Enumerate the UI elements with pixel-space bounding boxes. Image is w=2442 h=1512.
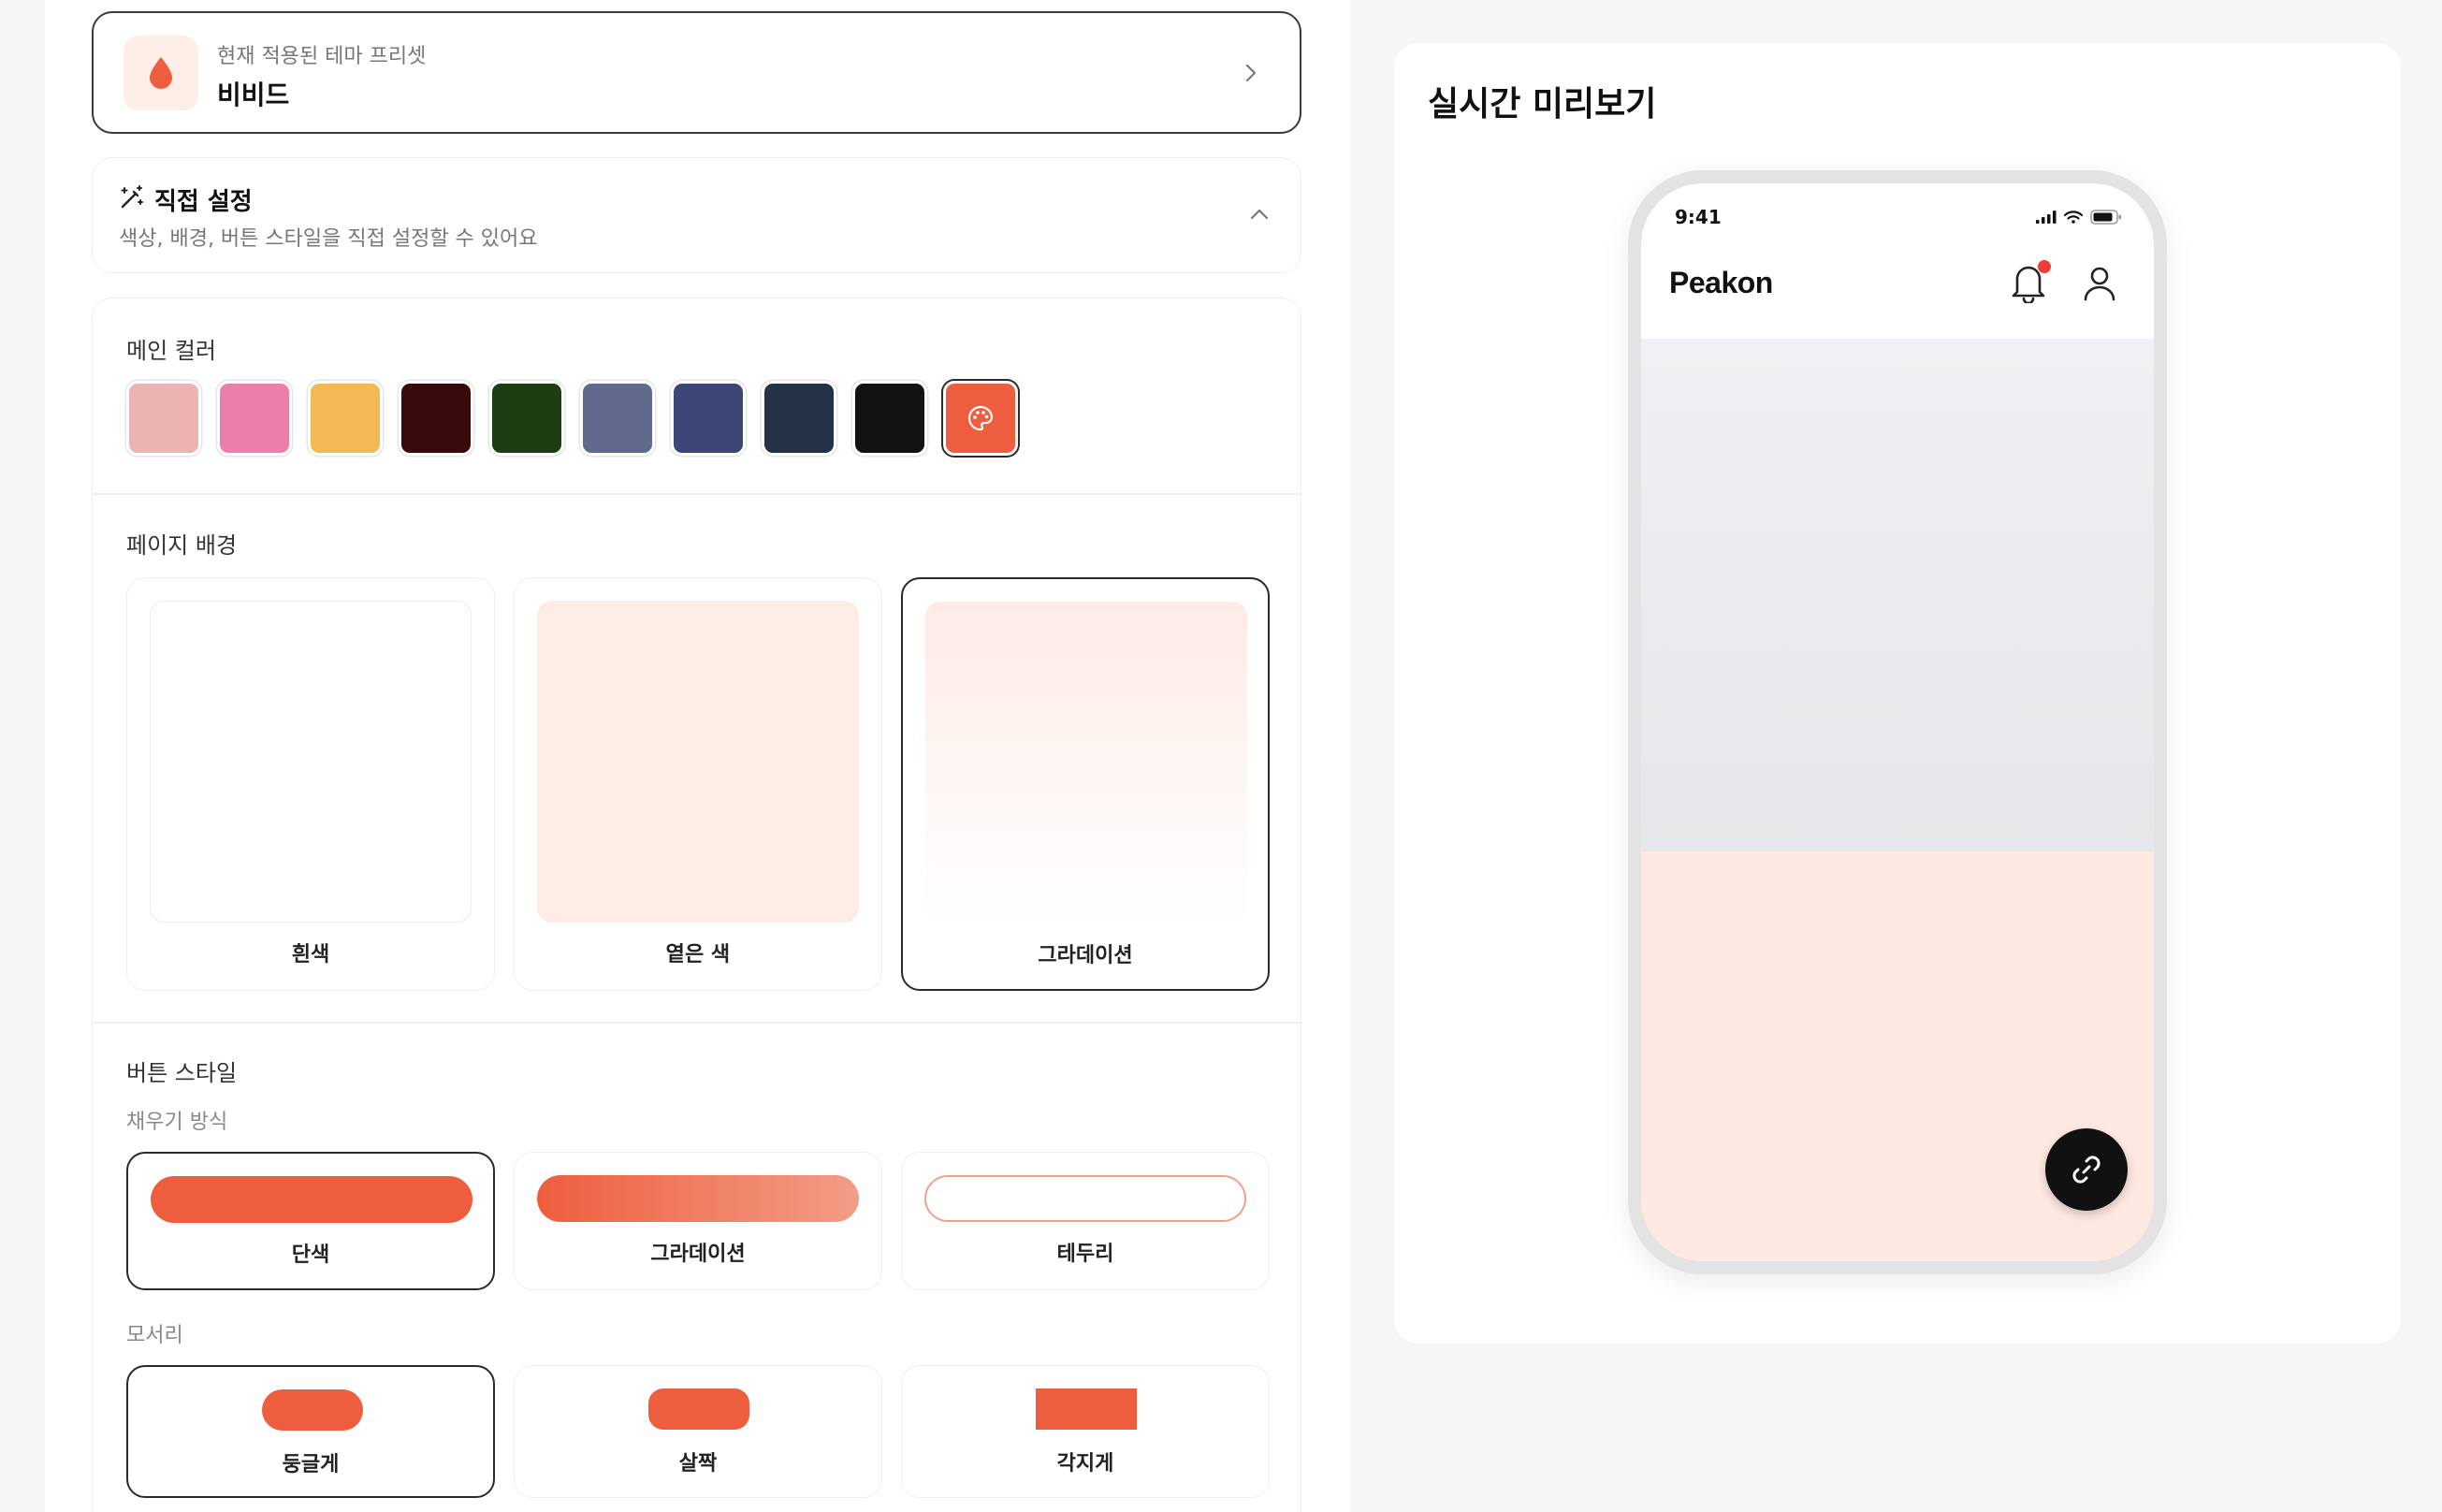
phone-screen: 9:41 Peakon <box>1641 183 2154 1261</box>
app-logo: Peakon <box>1669 266 1773 299</box>
corner-preview-square <box>1036 1388 1137 1430</box>
preset-icon-box <box>124 36 198 110</box>
user-icon[interactable] <box>2081 264 2118 303</box>
phone-mockup: 9:41 Peakon <box>1628 170 2167 1274</box>
settings-panel: 현재 적용된 테마 프리셋 비비드 직접 설정 색상, 배경, 버튼 스타일을 … <box>45 0 1350 1512</box>
button-style-label: 버튼 스타일 <box>126 1060 238 1086</box>
corner-option-list: 둥글게 살짝 각지게 <box>126 1365 1270 1498</box>
divider <box>93 1022 1301 1024</box>
corner-preview-round <box>262 1389 363 1431</box>
background-preview-gradient <box>925 602 1247 923</box>
custom-settings-header[interactable]: 직접 설정 색상, 배경, 버튼 스타일을 직접 설정할 수 있어요 <box>92 157 1301 273</box>
app-header: Peakon <box>1641 245 2154 339</box>
fill-option-gradient[interactable]: 그라데이션 <box>514 1152 882 1290</box>
chevron-right-icon <box>1245 64 1257 82</box>
background-preview-light <box>537 601 859 923</box>
page-background-label: 페이지 배경 <box>126 532 238 559</box>
fill-method-label: 채우기 방식 <box>126 1111 228 1134</box>
notification-dot <box>2038 260 2051 273</box>
preset-name: 비비드 <box>217 80 290 110</box>
color-swatch[interactable] <box>399 381 473 456</box>
fill-option-list: 단색 그라데이션 테두리 <box>126 1152 1270 1290</box>
fill-option-outline[interactable]: 테두리 <box>901 1152 1270 1290</box>
corner-option-square[interactable]: 각지게 <box>901 1365 1270 1498</box>
link-icon <box>2072 1156 2100 1184</box>
background-option-light[interactable]: 옅은 색 <box>514 577 882 991</box>
custom-settings-title: 직접 설정 <box>154 188 253 216</box>
color-swatch[interactable] <box>126 381 201 456</box>
background-option-gradient[interactable]: 그라데이션 <box>901 577 1270 991</box>
corner-option-round[interactable]: 둥글게 <box>126 1365 495 1498</box>
color-swatch[interactable] <box>217 381 292 456</box>
fill-preview-gradient <box>537 1175 859 1222</box>
preview-banner-area <box>1641 339 2154 851</box>
color-swatch[interactable] <box>852 381 927 456</box>
signal-icon <box>2036 211 2057 224</box>
divider <box>93 493 1301 495</box>
background-option-label: 그라데이션 <box>1038 944 1133 967</box>
color-swatch-list <box>126 381 1018 456</box>
palette-icon <box>967 405 994 431</box>
color-swatch[interactable] <box>762 381 836 456</box>
magic-wand-icon <box>121 185 143 209</box>
drop-icon <box>150 57 172 89</box>
battery-icon <box>2090 210 2121 225</box>
wifi-icon <box>2064 211 2083 224</box>
corner-option-label: 각지게 <box>1056 1452 1114 1476</box>
background-option-list: 흰색 옅은 색 그라데이션 <box>126 577 1270 991</box>
color-swatch[interactable] <box>580 381 655 456</box>
color-swatch[interactable] <box>489 381 564 456</box>
current-preset-card[interactable]: 현재 적용된 테마 프리셋 비비드 <box>92 11 1301 134</box>
fill-option-label: 그라데이션 <box>650 1243 746 1266</box>
main-color-label: 메인 컬러 <box>126 338 216 364</box>
fill-option-label: 단색 <box>291 1243 330 1267</box>
chevron-up-icon[interactable] <box>1246 201 1272 227</box>
status-bar: 9:41 <box>1641 183 2154 245</box>
color-swatch-custom[interactable] <box>943 381 1018 456</box>
background-option-label: 옅은 색 <box>665 943 731 967</box>
custom-settings-body: 메인 컬러 페이지 배경 흰색 옅은 색 그라데이션 버튼 스타일 채우기 방식 <box>92 298 1301 1512</box>
corner-label: 모서리 <box>126 1324 183 1347</box>
fill-preview-outline <box>924 1175 1246 1222</box>
fill-option-label: 테두리 <box>1056 1243 1114 1266</box>
color-swatch[interactable] <box>308 381 383 456</box>
status-icons <box>2036 210 2122 225</box>
corner-preview-slight <box>648 1388 749 1430</box>
live-preview-panel: 실시간 미리보기 9:41 Peakon <box>1394 43 2401 1344</box>
status-time: 9:41 <box>1675 206 1722 228</box>
fill-option-solid[interactable]: 단색 <box>126 1152 495 1290</box>
preview-title: 실시간 미리보기 <box>1428 85 1657 124</box>
preset-subtitle: 현재 적용된 테마 프리셋 <box>217 45 427 68</box>
background-option-label: 흰색 <box>291 943 330 967</box>
fill-preview-solid <box>151 1176 472 1223</box>
background-preview-white <box>150 601 472 923</box>
custom-settings-description: 색상, 배경, 버튼 스타일을 직접 설정할 수 있어요 <box>119 227 538 251</box>
corner-option-label: 둥글게 <box>282 1453 340 1476</box>
corner-option-label: 살짝 <box>678 1452 718 1476</box>
link-fab-button[interactable] <box>2045 1128 2128 1211</box>
color-swatch[interactable] <box>671 381 746 456</box>
background-option-white[interactable]: 흰색 <box>126 577 495 991</box>
corner-option-slight[interactable]: 살짝 <box>514 1365 882 1498</box>
